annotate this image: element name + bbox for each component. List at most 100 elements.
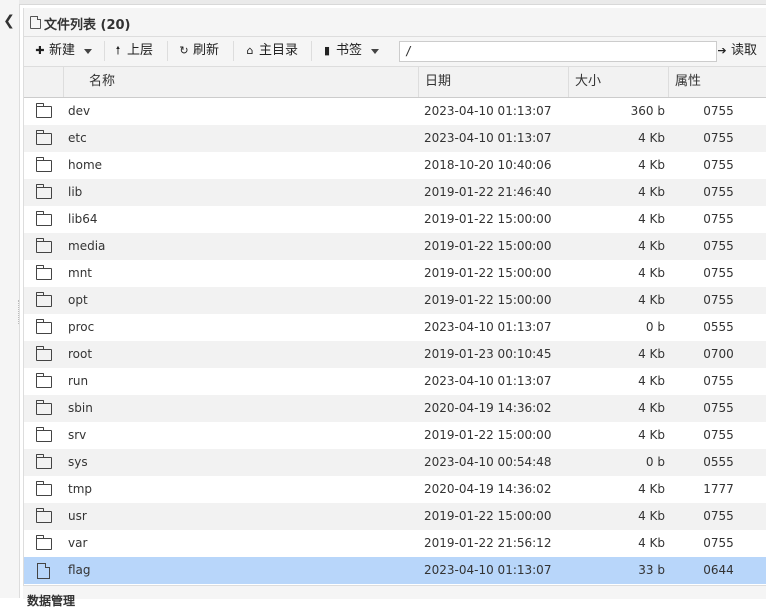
table-row[interactable]: dev 2023-04-10 01:13:07 360 b 0755 xyxy=(24,98,766,125)
folder-icon xyxy=(36,184,52,199)
attr-cell: 1777 xyxy=(703,482,734,496)
row-icon-cell xyxy=(24,368,64,395)
date-cell: 2023-04-10 00:54:48 xyxy=(424,455,552,469)
date-cell: 2023-04-10 01:13:07 xyxy=(424,104,552,118)
read-path-button[interactable]: ➔ 读取 xyxy=(716,41,757,61)
row-icon-cell xyxy=(24,287,64,314)
row-icon-cell xyxy=(24,503,64,530)
attr-cell: 0755 xyxy=(703,374,734,388)
row-icon-cell xyxy=(24,260,64,287)
row-icon-cell xyxy=(24,476,64,503)
arrow-up-icon: 🠕 xyxy=(115,44,121,57)
up-level-button[interactable]: 🠕 上层 xyxy=(112,41,153,61)
refresh-icon: ↻ xyxy=(179,44,189,57)
table-row[interactable]: proc 2023-04-10 01:13:07 0 b 0555 xyxy=(24,314,766,341)
attr-cell: 0755 xyxy=(703,401,734,415)
file-name-cell: sbin xyxy=(68,401,93,415)
folder-icon xyxy=(36,535,52,550)
new-label: 新建 xyxy=(49,43,76,58)
refresh-button[interactable]: ↻ 刷新 xyxy=(178,41,219,61)
top-divider xyxy=(19,0,766,5)
folder-icon xyxy=(36,346,52,361)
row-icon-cell xyxy=(24,422,64,449)
folder-icon xyxy=(36,103,52,118)
column-header-size[interactable]: 大小 xyxy=(569,67,669,97)
table-row[interactable]: lib 2019-01-22 21:46:40 4 Kb 0755 xyxy=(24,179,766,206)
table-row[interactable]: mnt 2019-01-22 15:00:00 4 Kb 0755 xyxy=(24,260,766,287)
size-cell: 4 Kb xyxy=(638,401,665,415)
home-dir-button[interactable]: ⌂ 主目录 xyxy=(244,41,299,61)
folder-icon xyxy=(36,238,52,253)
size-cell: 4 Kb xyxy=(638,212,665,226)
table-row[interactable]: lib64 2019-01-22 15:00:00 4 Kb 0755 xyxy=(24,206,766,233)
row-icon-cell xyxy=(24,395,64,422)
table-row[interactable]: tmp 2020-04-19 14:36:02 4 Kb 1777 xyxy=(24,476,766,503)
folder-icon xyxy=(36,454,52,469)
attr-cell: 0555 xyxy=(703,455,734,469)
chevron-left-icon[interactable]: ❮ xyxy=(2,14,16,28)
table-row[interactable]: opt 2019-01-22 15:00:00 4 Kb 0755 xyxy=(24,287,766,314)
date-cell: 2023-04-10 01:13:07 xyxy=(424,563,552,577)
table-row[interactable]: media 2019-01-22 15:00:00 4 Kb 0755 xyxy=(24,233,766,260)
file-name-cell: mnt xyxy=(68,266,92,280)
row-icon-cell xyxy=(24,125,64,152)
attr-cell: 0755 xyxy=(703,239,734,253)
row-icon-cell xyxy=(24,98,64,125)
folder-icon xyxy=(36,400,52,415)
file-name-cell: tmp xyxy=(68,482,93,496)
table-row[interactable]: home 2018-10-20 10:40:06 4 Kb 0755 xyxy=(24,152,766,179)
table-row[interactable]: etc 2023-04-10 01:13:07 4 Kb 0755 xyxy=(24,125,766,152)
folder-icon xyxy=(36,427,52,442)
date-cell: 2019-01-22 15:00:00 xyxy=(424,509,552,523)
footer-panel-header: 数据管理 xyxy=(23,585,766,608)
new-dropdown-button[interactable]: ✚ 新建 xyxy=(34,41,93,61)
size-cell: 4 Kb xyxy=(638,428,665,442)
home-label: 主目录 xyxy=(259,43,299,58)
size-cell: 4 Kb xyxy=(638,509,665,523)
attr-cell: 0755 xyxy=(703,212,734,226)
table-row[interactable]: run 2023-04-10 01:13:07 4 Kb 0755 xyxy=(24,368,766,395)
attr-cell: 0755 xyxy=(703,509,734,523)
table-row[interactable]: usr 2019-01-22 15:00:00 4 Kb 0755 xyxy=(24,503,766,530)
table-row[interactable]: root 2019-01-23 00:10:45 4 Kb 0700 xyxy=(24,341,766,368)
file-icon xyxy=(30,16,41,29)
date-cell: 2020-04-19 14:36:02 xyxy=(424,401,552,415)
attr-cell: 0555 xyxy=(703,320,734,334)
column-header-date[interactable]: 日期 xyxy=(419,67,569,97)
size-cell: 33 b xyxy=(638,563,665,577)
table-row[interactable]: srv 2019-01-22 15:00:00 4 Kb 0755 xyxy=(24,422,766,449)
refresh-label: 刷新 xyxy=(193,43,220,58)
file-name-cell: etc xyxy=(68,131,87,145)
file-name-cell: flag xyxy=(68,563,91,577)
date-cell: 2019-01-22 15:00:00 xyxy=(424,428,552,442)
table-row[interactable]: flag 2023-04-10 01:13:07 33 b 0644 xyxy=(24,557,766,584)
column-header-icon xyxy=(24,67,64,97)
date-cell: 2019-01-22 21:56:12 xyxy=(424,536,552,550)
attr-cell: 0755 xyxy=(703,428,734,442)
home-icon: ⌂ xyxy=(246,44,254,57)
file-name-cell: home xyxy=(68,158,103,172)
date-cell: 2019-01-22 15:00:00 xyxy=(424,266,552,280)
column-header-attr[interactable]: 属性 xyxy=(669,67,766,97)
folder-icon xyxy=(36,157,52,172)
row-icon-cell xyxy=(24,530,64,557)
bookmark-dropdown-button[interactable]: ▮ 书签 xyxy=(321,41,380,61)
footer-title: 数据管理 xyxy=(27,594,76,608)
attr-cell: 0755 xyxy=(703,185,734,199)
splitter-handle[interactable] xyxy=(18,300,22,324)
file-name-cell: media xyxy=(68,239,106,253)
date-cell: 2019-01-22 15:00:00 xyxy=(424,212,552,226)
path-input[interactable] xyxy=(399,41,717,62)
attr-cell: 0755 xyxy=(703,293,734,307)
table-row[interactable]: sbin 2020-04-19 14:36:02 4 Kb 0755 xyxy=(24,395,766,422)
table-row[interactable]: var 2019-01-22 21:56:12 4 Kb 0755 xyxy=(24,530,766,557)
table-row[interactable]: sys 2023-04-10 00:54:48 0 b 0555 xyxy=(24,449,766,476)
column-header-name[interactable]: 名称 xyxy=(64,67,419,97)
size-cell: 0 b xyxy=(645,320,665,334)
plus-circle-icon: ✚ xyxy=(35,44,45,57)
row-icon-cell xyxy=(24,314,64,341)
attr-cell: 0644 xyxy=(703,563,734,577)
size-cell: 4 Kb xyxy=(638,347,665,361)
folder-icon xyxy=(36,211,52,226)
date-cell: 2018-10-20 10:40:06 xyxy=(424,158,552,172)
